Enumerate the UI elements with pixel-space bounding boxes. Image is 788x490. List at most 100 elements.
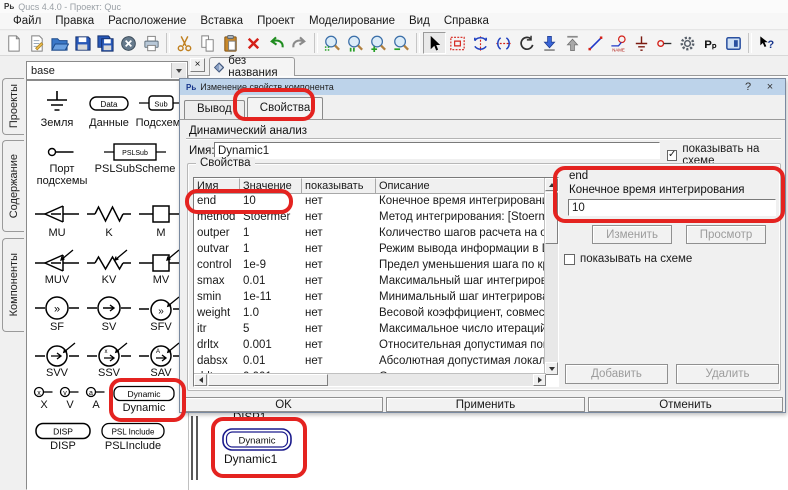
document-tab[interactable]: без названия	[209, 57, 295, 76]
mirror-about-y-button[interactable]	[492, 32, 515, 54]
scroll-up-button[interactable]	[545, 178, 558, 191]
remove-button[interactable]: Удалить	[676, 364, 779, 384]
palette-item-ssv[interactable]: x SSV	[83, 341, 135, 379]
save-button[interactable]	[71, 32, 94, 54]
simulate-button[interactable]	[676, 32, 699, 54]
table-row[interactable]: end 10 нет Конечное время интегрировани	[194, 194, 546, 210]
palette-item-sf[interactable]: » SF	[31, 295, 83, 333]
tab-output[interactable]: Вывод	[184, 100, 245, 119]
rotate-button[interactable]	[515, 32, 538, 54]
menu-item[interactable]: Вид	[402, 14, 437, 28]
palette-item-mu[interactable]: MU	[31, 201, 83, 239]
redo-button[interactable]	[288, 32, 311, 54]
table-row[interactable]: method Stoermer нет Метод интегрирования…	[194, 210, 546, 226]
menu-item[interactable]: Расположение	[101, 14, 193, 28]
table-horizontal-scrollbar[interactable]	[194, 373, 546, 386]
zoom-1-1-button[interactable]	[344, 32, 367, 54]
combo-arrow[interactable]	[171, 63, 186, 78]
palette-item-subcircuit-port[interactable]: Порт подсхемы	[31, 141, 93, 187]
table-row[interactable]: weight 1.0 нет Весовой коэффициент, совм…	[194, 306, 546, 322]
cancel-button[interactable]: Отменить	[588, 397, 783, 412]
insert-port-button[interactable]	[653, 32, 676, 54]
dynamic-ref-label[interactable]: Dynamic1	[224, 452, 277, 466]
disp-component-partial[interactable]	[189, 416, 201, 480]
select-area-button[interactable]	[446, 32, 469, 54]
dynamic-component[interactable]: Dynamic	[221, 427, 293, 452]
insert-wire-label-button[interactable]: NAME	[607, 32, 630, 54]
zoom-in-button[interactable]	[367, 32, 390, 54]
disp-ref-label[interactable]: DISP1	[233, 412, 266, 424]
open-display-button[interactable]	[25, 32, 48, 54]
palette-item-kv[interactable]: KV	[83, 248, 135, 286]
undo-button[interactable]	[265, 32, 288, 54]
close-document-tab-button[interactable]: ×	[190, 58, 205, 72]
table-row[interactable]: smin 1e-11 нет Минимальный шаг интегриро…	[194, 290, 546, 306]
palette-item-pslinclude[interactable]: PSL Include PSLInclude	[95, 422, 171, 452]
name-input[interactable]: Dynamic1	[214, 142, 660, 159]
edit-button[interactable]: Изменить	[592, 225, 672, 244]
col-header-name[interactable]: Имя	[194, 178, 240, 194]
dialog-help-button[interactable]: ?	[739, 81, 757, 93]
browse-button[interactable]: Просмотр	[686, 225, 766, 244]
palette-item-x[interactable]: x X	[31, 385, 57, 411]
view-data-display-button[interactable]	[722, 32, 745, 54]
palette-item-disp[interactable]: DISP DISP	[31, 422, 95, 452]
copy-button[interactable]	[196, 32, 219, 54]
apply-button[interactable]: Применить	[386, 397, 585, 412]
table-vertical-scrollbar[interactable]	[544, 178, 558, 375]
palette-item-v[interactable]: v V	[57, 385, 83, 411]
menu-item[interactable]: Правка	[48, 14, 101, 28]
ok-button[interactable]: OK	[184, 397, 383, 412]
zoom-out-button[interactable]	[390, 32, 413, 54]
palette-item-dynamic[interactable]: Dynamic Dynamic	[109, 385, 179, 414]
zoom-fit-button[interactable]	[321, 32, 344, 54]
dialog-close-button[interactable]: ×	[761, 81, 779, 93]
cut-button[interactable]	[173, 32, 196, 54]
delete-button[interactable]	[242, 32, 265, 54]
insert-ground-button[interactable]	[630, 32, 653, 54]
palette-item-svv[interactable]: SVV	[31, 341, 83, 379]
col-header-show[interactable]: показывать	[302, 178, 376, 194]
add-button[interactable]: Добавить	[565, 364, 668, 384]
scroll-right-button[interactable]	[533, 374, 546, 386]
sidebar-tab-content[interactable]: Содержание	[2, 140, 24, 232]
palette-item-pslsubscheme[interactable]: PSLSub PSLSubScheme	[93, 141, 177, 175]
open-folder-button[interactable]	[48, 32, 71, 54]
palette-item-data[interactable]: Data Данные	[83, 89, 135, 129]
menu-item[interactable]: Моделирование	[302, 14, 402, 28]
prop-show-checkbox[interactable]	[564, 254, 575, 265]
insert-equation-button[interactable]: Pₚ	[699, 32, 722, 54]
col-header-description[interactable]: Описание	[376, 178, 546, 194]
whats-this-help-button[interactable]: ?	[755, 32, 778, 54]
vertical-scroll-thumb[interactable]	[545, 192, 558, 244]
dialog-titlebar[interactable]: Pь Изменение свойств компонента ? ×	[180, 79, 785, 95]
save-all-button[interactable]	[94, 32, 117, 54]
paste-button[interactable]	[219, 32, 242, 54]
show-on-schematic-checkbox[interactable]	[667, 150, 677, 161]
menu-item[interactable]: Вставка	[193, 14, 250, 28]
table-row[interactable]: smax 0.01 нет Максимальный шаг интегриро…	[194, 274, 546, 290]
sidebar-tab-projects[interactable]: Проекты	[2, 78, 24, 135]
insert-wire-button[interactable]	[584, 32, 607, 54]
print-button[interactable]	[140, 32, 163, 54]
close-document-button[interactable]	[117, 32, 140, 54]
table-row[interactable]: outvar 1 нет Режим вывода информации в D	[194, 242, 546, 258]
palette-item-a[interactable]: a A	[83, 385, 109, 411]
table-row[interactable]: dabsx 0.01 нет Абсолютная допустимая лок…	[194, 354, 546, 370]
table-row[interactable]: drltx 0.001 нет Относительная допустимая…	[194, 338, 546, 354]
table-row[interactable]: itr 5 нет Максимальное число итераций н	[194, 322, 546, 338]
prop-show-checkbox-row[interactable]: показывать на схеме	[564, 253, 692, 265]
select-pointer-button[interactable]	[423, 32, 446, 54]
scroll-down-button[interactable]	[545, 362, 558, 375]
palette-item-sv[interactable]: SV	[83, 295, 135, 333]
horizontal-scroll-thumb[interactable]	[208, 374, 328, 386]
palette-item-muv[interactable]: MUV	[31, 248, 83, 286]
table-row[interactable]: outper 1 нет Количество шагов расчета на…	[194, 226, 546, 242]
palette-item-k[interactable]: K	[83, 201, 135, 239]
component-category-select[interactable]: base	[26, 61, 188, 80]
scroll-left-button[interactable]	[194, 374, 207, 386]
menu-item[interactable]: Справка	[437, 14, 496, 28]
sidebar-tab-components[interactable]: Компоненты	[2, 238, 24, 332]
col-header-value[interactable]: Значение	[240, 178, 302, 194]
mirror-about-x-button[interactable]	[469, 32, 492, 54]
